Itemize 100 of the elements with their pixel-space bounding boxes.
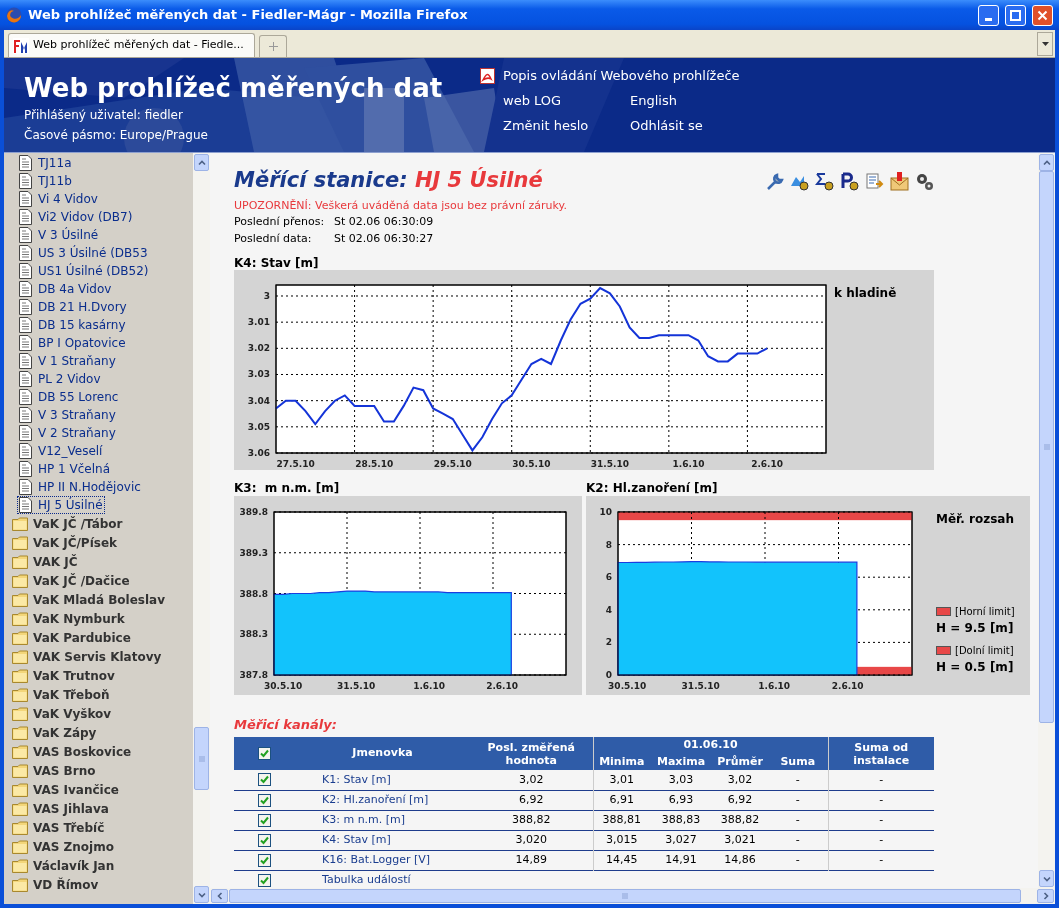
station-item[interactable]: DB 55 Lorenc	[17, 388, 121, 406]
checkbox[interactable]	[258, 793, 271, 807]
header-link[interactable]: Změnit heslo	[503, 116, 589, 136]
station-item[interactable]: DB 21 H.Dvory	[17, 298, 129, 316]
scroll-up-button[interactable]	[1039, 154, 1054, 171]
gears-icon[interactable]	[915, 171, 934, 191]
station-item[interactable]: HP II N.Hodějovic	[17, 478, 143, 496]
events-link[interactable]: Tabulka událostí	[295, 872, 411, 886]
scroll-up-button[interactable]	[194, 154, 209, 171]
scroll-thumb[interactable]	[1039, 171, 1054, 723]
table-cell: 14,45	[593, 850, 650, 870]
envelope-alert-icon[interactable]	[890, 171, 909, 191]
channel-link[interactable]: K3: m n.m. [m]	[295, 812, 406, 826]
maximize-button[interactable]	[1005, 4, 1026, 26]
folder-icon	[12, 573, 28, 588]
station-item[interactable]: V 3 Úsilné	[17, 226, 101, 244]
table-cell: -	[828, 810, 935, 830]
scroll-down-button[interactable]	[194, 886, 209, 903]
tab-list-button[interactable]	[1037, 32, 1053, 56]
folder-item[interactable]: VaK Vyškov	[11, 704, 113, 723]
minimize-button[interactable]	[978, 4, 999, 26]
scroll-thumb[interactable]	[229, 889, 1021, 903]
folder-item[interactable]: VaK JČ /Tábor	[11, 514, 124, 533]
station-item[interactable]: DB 4a Vidov	[17, 280, 114, 298]
channel-link[interactable]: K2: Hl.zanoření [m]	[295, 792, 429, 806]
folder-icon	[12, 858, 28, 873]
close-button[interactable]	[1032, 4, 1053, 26]
folder-icon	[12, 630, 28, 645]
station-item[interactable]: HJ 5 Úsilné	[17, 496, 105, 514]
document-icon	[19, 407, 32, 423]
folder-item[interactable]: VAS Brno	[11, 761, 97, 780]
station-item[interactable]: HP 1 Včelná	[17, 460, 112, 478]
browser-tab[interactable]: Web prohlížeč měřených dat - Fiedle...	[8, 33, 255, 57]
channel-link[interactable]: K16: Bat.Logger [V]	[295, 852, 431, 866]
tick-label: 2.6.10	[751, 459, 783, 469]
station-item[interactable]: V 2 Straňany	[17, 424, 118, 442]
header-link[interactable]: web LOG	[503, 91, 562, 111]
scroll-left-button[interactable]	[211, 889, 228, 903]
checkbox[interactable]	[258, 873, 271, 887]
folder-item[interactable]: VaK JČ/Písek	[11, 533, 119, 552]
folder-item[interactable]: VaK Pardubice	[11, 628, 132, 647]
station-item[interactable]: DB 15 kasárny	[17, 316, 128, 334]
column-header: Suma od instalace	[828, 737, 935, 770]
station-item[interactable]: TJ11b	[17, 172, 74, 190]
folder-item[interactable]: VAK JČ	[11, 552, 79, 571]
station-item[interactable]: BP I Opatovice	[17, 334, 128, 352]
folder-item[interactable]: VaK Nymburk	[11, 609, 126, 628]
station-item[interactable]: US1 Úsilné (DB52)	[17, 262, 151, 280]
scroll-right-button[interactable]	[1037, 889, 1054, 903]
folder-item[interactable]: VaK Mladá Boleslav	[11, 590, 167, 609]
folder-item[interactable]: VaK Třeboň	[11, 685, 111, 704]
checkbox[interactable]	[258, 747, 271, 760]
folder-item[interactable]: VAS Znojmo	[11, 837, 115, 856]
document-icon	[19, 155, 32, 171]
scroll-down-button[interactable]	[1039, 870, 1054, 887]
table-cell: 388,83	[650, 810, 712, 830]
folder-item[interactable]: VaK JČ /Dačice	[11, 571, 131, 590]
document-icon	[19, 425, 32, 441]
station-item[interactable]: PL 2 Vidov	[17, 370, 103, 388]
checkbox[interactable]	[258, 833, 271, 847]
checkbox[interactable]	[258, 773, 271, 787]
channel-link[interactable]: K1: Stav [m]	[295, 772, 391, 786]
station-item[interactable]: Vi 4 Vidov	[17, 190, 100, 208]
station-item[interactable]: V12_Veselí	[17, 442, 105, 460]
station-item[interactable]: TJ11a	[17, 154, 74, 172]
list-arrow-icon[interactable]	[865, 171, 884, 191]
pdf-icon	[480, 68, 495, 84]
checkbox[interactable]	[258, 853, 271, 867]
sidebar-scrollbar[interactable]	[193, 153, 210, 904]
folder-item[interactable]: VAS Ivančice	[11, 780, 120, 799]
channel-link[interactable]: K4: Stav [m]	[295, 832, 391, 846]
minimize-icon	[985, 17, 992, 21]
station-item[interactable]: Vi2 Vidov (DB7)	[17, 208, 135, 226]
horizontal-scrollbar[interactable]	[210, 888, 1055, 904]
header-link[interactable]: Odhlásit se	[630, 116, 703, 136]
new-tab-button[interactable]	[259, 35, 287, 57]
folder-item[interactable]: VaK Trutnov	[11, 666, 116, 685]
checkbox[interactable]	[258, 813, 271, 827]
folder-item[interactable]: VAS Boskovice	[11, 742, 133, 761]
station-item[interactable]: US 3 Úsilné (DB53	[17, 244, 150, 262]
time-zone: Časové pásmo: Europe/Prague	[24, 126, 209, 144]
header-link[interactable]: English	[630, 91, 677, 111]
table-cell: 3,020	[470, 830, 593, 850]
sigma-gear-icon[interactable]	[815, 171, 834, 191]
letter-gear-icon[interactable]	[840, 171, 859, 191]
scroll-thumb[interactable]	[194, 727, 209, 790]
folder-item[interactable]: Václavík Jan	[11, 856, 116, 875]
header-link[interactable]: Popis ovládání Webového prohlížeče	[503, 66, 740, 86]
page-scrollbar[interactable]	[1038, 153, 1055, 888]
info-value: St 02.06 06:30:09	[334, 214, 434, 230]
folder-item[interactable]: VAS Jihlava	[11, 799, 110, 818]
document-icon	[19, 299, 32, 315]
station-item[interactable]: V 3 Straňany	[17, 406, 118, 424]
folder-item[interactable]: VAK Servis Klatovy	[11, 647, 163, 666]
page-title: Web prohlížeč měřených dat	[24, 72, 444, 105]
station-item[interactable]: V 1 Straňany	[17, 352, 118, 370]
folder-item[interactable]: VD Římov	[11, 875, 100, 894]
folder-item[interactable]: VaK Zápy	[11, 723, 98, 742]
wrench-icon[interactable]	[765, 171, 784, 191]
folder-item[interactable]: VAS Třebíč	[11, 818, 106, 837]
